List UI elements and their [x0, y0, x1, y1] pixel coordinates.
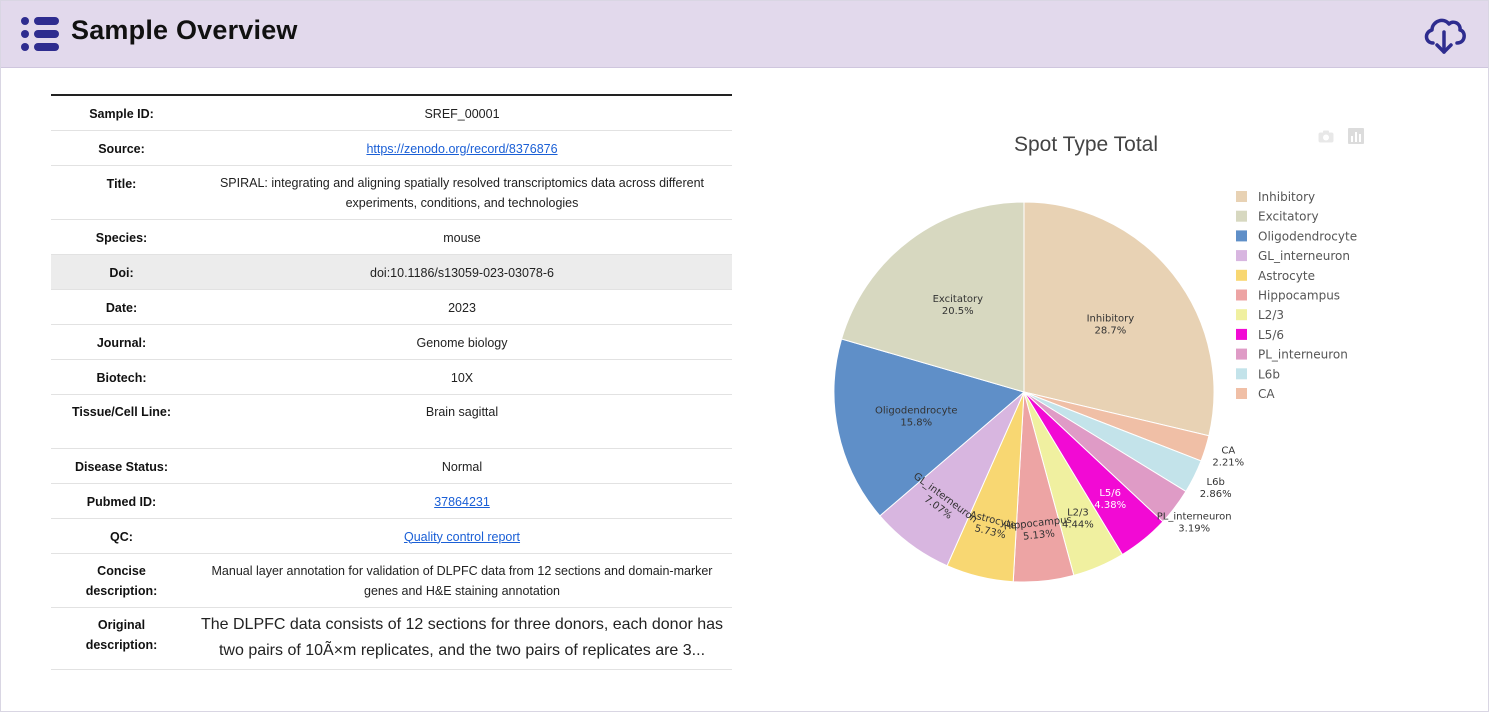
- legend-swatch-l6b[interactable]: [1236, 368, 1247, 380]
- chart-title: Spot Type Total: [1014, 133, 1158, 156]
- slice-label-pl-interneuron: PL_interneuron 3.19%: [1157, 512, 1232, 535]
- legend-swatch-oligodendrocyte[interactable]: [1236, 230, 1247, 242]
- legend-label-l5-6[interactable]: L5/6: [1258, 328, 1284, 342]
- slice-label-l6b: L6b 2.86%: [1200, 477, 1232, 500]
- legend-swatch-pl-interneuron[interactable]: [1236, 348, 1247, 360]
- legend-swatch-l5-6[interactable]: [1236, 328, 1247, 340]
- legend-swatch-ca[interactable]: [1236, 388, 1247, 399]
- legend-label-l2-3[interactable]: L2/3: [1258, 308, 1284, 322]
- legend-swatch-inhibitory[interactable]: [1236, 191, 1247, 202]
- legend-label-l6b[interactable]: L6b: [1258, 367, 1280, 381]
- slice-label-ca: CA 2.21%: [1212, 446, 1244, 469]
- legend-label-hippocampus[interactable]: Hippocampus: [1258, 289, 1340, 303]
- legend-label-inhibitory[interactable]: Inhibitory: [1258, 190, 1315, 204]
- legend-label-ca[interactable]: CA: [1258, 387, 1275, 401]
- legend-swatch-excitatory[interactable]: [1236, 210, 1247, 222]
- legend-label-oligodendrocyte[interactable]: Oligodendrocyte: [1258, 229, 1357, 243]
- legend-swatch-l2-3[interactable]: [1236, 309, 1247, 321]
- legend-label-excitatory[interactable]: Excitatory: [1258, 210, 1319, 224]
- legend-label-gl-interneuron[interactable]: GL_interneuron: [1258, 249, 1350, 263]
- legend-label-astrocyte[interactable]: Astrocyte: [1258, 269, 1315, 283]
- legend-swatch-astrocyte[interactable]: [1236, 269, 1247, 281]
- legend-swatch-hippocampus[interactable]: [1236, 289, 1247, 301]
- spot-type-pie-chart: Spot Type Total Inhibitory 28.7%CA 2.21%L6…: [833, 133, 1357, 583]
- legend-swatch-gl-interneuron[interactable]: [1236, 250, 1247, 262]
- legend-label-pl-interneuron[interactable]: PL_interneuron: [1258, 348, 1348, 362]
